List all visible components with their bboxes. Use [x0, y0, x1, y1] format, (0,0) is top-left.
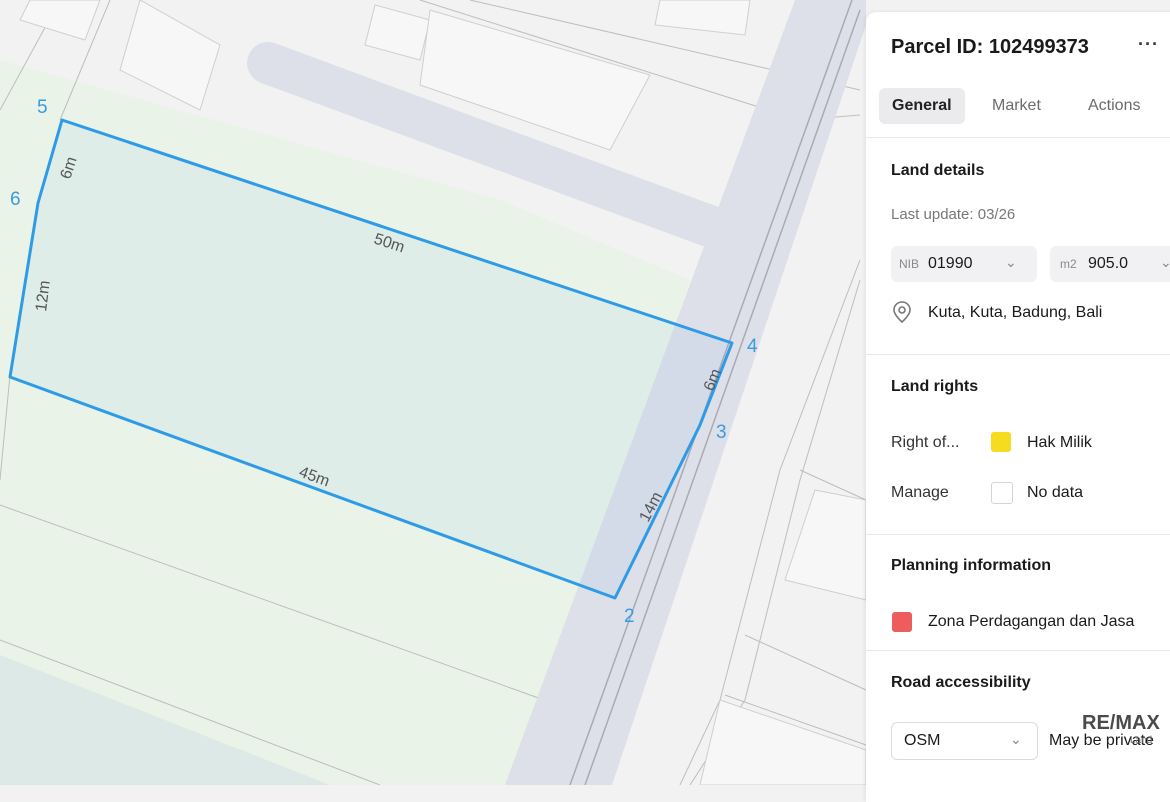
road-source-value: OSM	[904, 732, 941, 749]
vertex-label-5: 5	[37, 97, 48, 118]
vertex-label-4: 4	[747, 336, 758, 357]
right-label: Right of...	[891, 434, 960, 451]
remax-logo: RE/MAX	[1082, 712, 1160, 734]
road-source-select[interactable]: OSM ⌄	[891, 722, 1038, 760]
chevron-down-icon: ⌄	[1005, 254, 1017, 270]
map-pin-icon	[892, 301, 912, 328]
vertex-label-6: 6	[10, 189, 21, 210]
manage-swatch	[991, 482, 1013, 504]
land-rights-heading: Land rights	[891, 378, 979, 395]
last-update: Last update: 03/26	[891, 206, 1016, 223]
parcel-title: Parcel ID: 102499373	[891, 36, 1089, 58]
vertex-label-2: 2	[624, 606, 635, 627]
location-text: Kuta, Kuta, Badung, Bali	[928, 304, 1103, 321]
tab-actions[interactable]: Actions	[1075, 88, 1153, 124]
parcel-panel: Parcel ID: 102499373 ··· General Market …	[866, 12, 1170, 802]
area-prefix: m2	[1060, 257, 1077, 271]
ellipsis-icon[interactable]: ···	[1138, 34, 1159, 55]
tab-general[interactable]: General	[879, 88, 965, 124]
area-value: 905.0	[1088, 255, 1129, 272]
divider	[866, 534, 1170, 535]
chevron-down-icon: ⌄	[1160, 254, 1170, 270]
nib-prefix: NIB	[899, 257, 920, 271]
tab-market[interactable]: Market	[979, 88, 1054, 124]
area-select[interactable]: m2 905.0 ⌄	[1050, 246, 1170, 282]
nib-value: 01990	[928, 255, 973, 272]
manage-value: No data	[1027, 484, 1084, 501]
right-value: Hak Milik	[1027, 434, 1092, 451]
road-heading: Road accessibility	[891, 674, 1031, 691]
planning-heading: Planning information	[891, 557, 1051, 574]
land-details-heading: Land details	[891, 162, 985, 179]
chevron-down-icon: ⌄	[1010, 731, 1022, 747]
manage-label: Manage	[891, 484, 949, 501]
vertex-label-3: 3	[716, 422, 727, 443]
nib-select[interactable]: NIB 01990 ⌄	[891, 246, 1037, 282]
zone-text: Zona Perdagangan dan Jasa	[928, 613, 1135, 630]
divider	[866, 137, 1170, 138]
remax-logo-sub: Land	[1130, 735, 1153, 746]
right-swatch	[991, 432, 1011, 452]
divider	[866, 650, 1170, 651]
divider	[866, 354, 1170, 355]
zone-swatch	[892, 612, 912, 632]
